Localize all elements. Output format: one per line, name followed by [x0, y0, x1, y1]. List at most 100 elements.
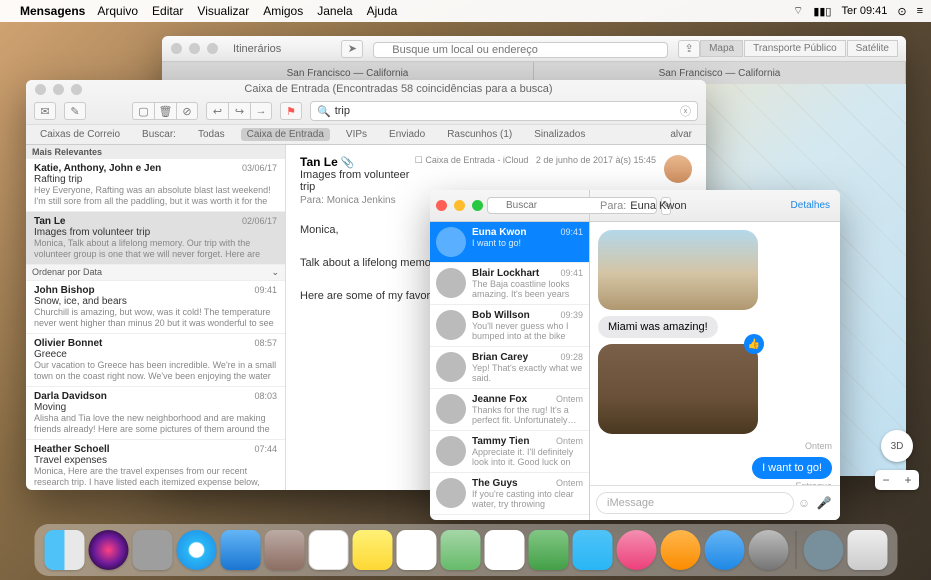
close-button[interactable] — [35, 84, 46, 95]
mailboxes-button[interactable]: Caixas de Correio — [34, 128, 126, 141]
conversation-item[interactable]: Jeanne FoxOntemThanks for the rug! It's … — [430, 389, 589, 431]
tapback-thumbs-up-icon[interactable]: 👍 — [744, 334, 764, 354]
delete-icon[interactable]: 🗑 — [154, 102, 176, 120]
zoom-button[interactable] — [472, 200, 483, 211]
maps-view-satellite[interactable]: Satélite — [847, 40, 898, 57]
reply-all-icon[interactable]: ↪ — [228, 102, 250, 120]
dock-system-preferences[interactable] — [748, 530, 788, 570]
junk-icon[interactable]: ⊘ — [176, 102, 198, 120]
conversation-item-selected[interactable]: Euna Kwon09:41I want to go! — [430, 222, 589, 263]
mail-item[interactable]: Darla Davidson08:03 Moving Alisha and Ti… — [26, 387, 285, 440]
forward-icon[interactable]: → — [250, 102, 272, 120]
filter-vips[interactable]: VIPs — [340, 128, 373, 141]
filter-sent[interactable]: Enviado — [383, 128, 431, 141]
dock-reminders[interactable] — [396, 530, 436, 570]
mail-item[interactable]: Katie, Anthony, John e Jen03/06/17 Rafti… — [26, 159, 285, 212]
dock-maps[interactable] — [440, 530, 480, 570]
share-icon[interactable]: ⇪ — [678, 40, 700, 58]
filter-all[interactable]: Todas — [192, 128, 231, 141]
to-name[interactable]: Euna Kwon — [630, 200, 686, 212]
notification-center-icon[interactable]: ≡ — [917, 5, 923, 17]
emoji-icon[interactable]: ☺ — [794, 496, 814, 510]
wifi-icon[interactable]: ⌔ — [793, 4, 803, 18]
minimize-button[interactable] — [189, 43, 200, 54]
filter-drafts[interactable]: Rascunhos (1) — [441, 128, 518, 141]
conversation-item[interactable]: Blair Lockhart09:41The Baja coastline lo… — [430, 263, 589, 305]
filter-inbox[interactable]: Caixa de Entrada — [241, 128, 330, 141]
mail-item-selected[interactable]: Tan Le02/06/17 Images from volunteer tri… — [26, 212, 285, 265]
attachment-icon: 📎 — [341, 157, 355, 169]
received-image[interactable] — [598, 230, 758, 310]
mail-item[interactable]: Olivier Bonnet08:57 Greece Our vacation … — [26, 334, 285, 387]
conversation-item[interactable]: The GuysOntemIf you're casting into clea… — [430, 473, 589, 515]
mail-item[interactable]: Heather Schoell07:44 Travel expenses Mon… — [26, 440, 285, 490]
compose-icon[interactable]: ✎ — [64, 102, 86, 120]
dock-safari[interactable] — [176, 530, 216, 570]
mail-message-list[interactable]: Mais Relevantes Katie, Anthony, John e J… — [26, 145, 286, 490]
microphone-icon[interactable]: 🎤 — [814, 496, 834, 510]
conversation-item[interactable]: Brian Carey09:28Yep! That's exactly what… — [430, 347, 589, 389]
mail-preview: Alisha and Tia love the new neighborhood… — [34, 413, 277, 435]
zoom-button[interactable] — [207, 43, 218, 54]
maps-3d-button[interactable]: 3D — [881, 430, 913, 462]
dock-trash[interactable] — [847, 530, 887, 570]
minimize-button[interactable] — [454, 200, 465, 211]
maps-view-transit[interactable]: Transporte Público — [744, 40, 846, 57]
dock-photos[interactable] — [484, 530, 524, 570]
zoom-button[interactable] — [71, 84, 82, 95]
menu-view[interactable]: Visualizar — [197, 4, 249, 18]
menu-file[interactable]: Arquivo — [97, 4, 138, 18]
received-image[interactable] — [598, 344, 758, 434]
directions-icon[interactable]: ➤ — [341, 40, 363, 58]
received-bubble[interactable]: Miami was amazing! — [598, 316, 718, 338]
app-menu[interactable]: Mensagens — [20, 4, 85, 18]
dock-ibooks[interactable] — [660, 530, 700, 570]
menu-window[interactable]: Janela — [317, 4, 352, 18]
zoom-in-button[interactable]: + — [897, 470, 919, 490]
conversation-item[interactable]: Tammy TienOntemAppreciate it. I'll defin… — [430, 431, 589, 473]
dock-facetime[interactable] — [572, 530, 612, 570]
menu-edit[interactable]: Editar — [152, 4, 183, 18]
dock-finder[interactable] — [44, 530, 84, 570]
sender-avatar[interactable] — [664, 155, 692, 183]
minimize-button[interactable] — [53, 84, 64, 95]
battery-icon[interactable]: ▮▮▯ — [813, 5, 831, 18]
chat-scroll[interactable]: Miami was amazing! 👍 Ontem I want to go!… — [590, 222, 840, 485]
message-input[interactable]: iMessage — [596, 492, 794, 514]
flag-icon[interactable]: ⚑ — [280, 102, 302, 120]
menu-friends[interactable]: Amigos — [263, 4, 303, 18]
dock-appstore[interactable] — [704, 530, 744, 570]
close-button[interactable] — [436, 200, 447, 211]
clock[interactable]: Ter 09:41 — [841, 5, 887, 17]
mail-item[interactable]: John Bishop09:41 Snow, ice, and bears Ch… — [26, 281, 285, 334]
conversation-item[interactable]: Bob Willson09:39You'll never guess who I… — [430, 305, 589, 347]
dock-notes[interactable] — [352, 530, 392, 570]
menu-help[interactable]: Ajuda — [367, 4, 398, 18]
maps-search-input[interactable] — [373, 42, 668, 58]
details-button[interactable]: Detalhes — [791, 200, 830, 211]
clear-search-icon[interactable]: ⓧ — [680, 103, 691, 119]
get-mail-icon[interactable]: ✉ — [34, 102, 56, 120]
dock-calendar[interactable] — [308, 530, 348, 570]
dock-downloads[interactable] — [803, 530, 843, 570]
close-button[interactable] — [171, 43, 182, 54]
dock-mail[interactable] — [220, 530, 260, 570]
sent-bubble[interactable]: I want to go! — [752, 457, 832, 479]
dock-itunes[interactable] — [616, 530, 656, 570]
list-sort-header[interactable]: Ordenar por Data ⌄ — [26, 265, 285, 281]
filter-flagged[interactable]: Sinalizados — [528, 128, 591, 141]
save-search-button[interactable]: alvar — [664, 128, 698, 141]
zoom-out-button[interactable]: − — [875, 470, 897, 490]
mail-search-value[interactable]: trip — [335, 105, 350, 117]
mail-search[interactable]: 🔍 trip ⓧ — [310, 101, 698, 121]
dock-messages[interactable] — [528, 530, 568, 570]
maps-search[interactable] — [373, 40, 668, 58]
spotlight-icon[interactable]: ⊙ — [897, 5, 906, 18]
reply-icon[interactable]: ↩ — [206, 102, 228, 120]
maps-view-map[interactable]: Mapa — [700, 40, 743, 57]
dock-siri[interactable] — [88, 530, 128, 570]
dock-launchpad[interactable] — [132, 530, 172, 570]
dock-contacts[interactable] — [264, 530, 304, 570]
archive-icon[interactable]: ▢ — [132, 102, 154, 120]
conversation-list[interactable]: Euna Kwon09:41I want to go! Blair Lockha… — [430, 222, 590, 520]
